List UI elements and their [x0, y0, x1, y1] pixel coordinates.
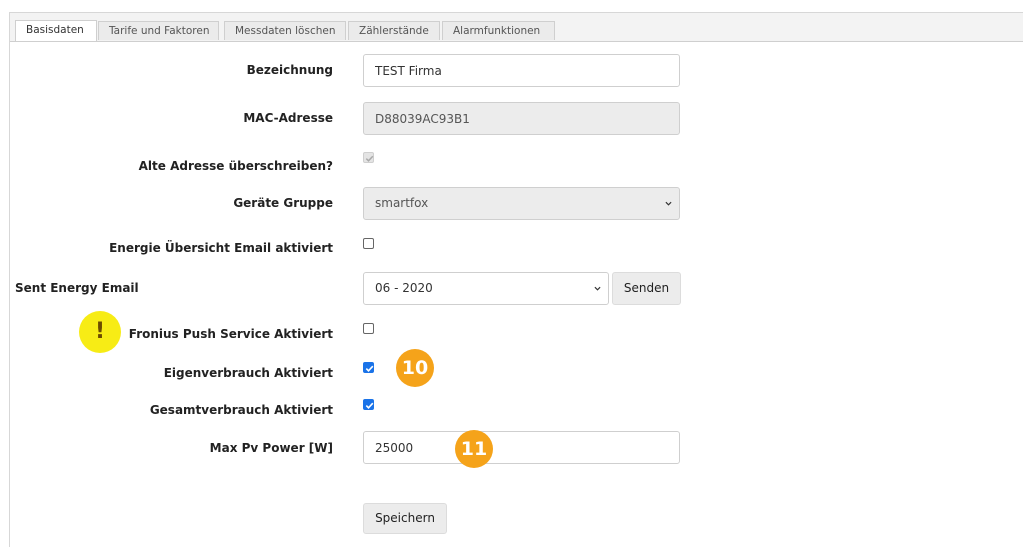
gesamtverbrauch-checkbox[interactable]: [363, 399, 374, 410]
warning-marker: !: [79, 311, 121, 353]
tab-alarmfunktionen[interactable]: Alarmfunktionen: [442, 21, 555, 40]
overwrite-address-label: Alte Adresse überschreiben?: [138, 159, 333, 173]
callout-badge-11: 11: [455, 430, 493, 468]
bezeichnung-label: Bezeichnung: [246, 63, 333, 77]
save-button[interactable]: Speichern: [363, 503, 447, 534]
overwrite-address-checkbox: [363, 152, 374, 163]
max-pv-power-input[interactable]: [363, 431, 680, 464]
device-group-value: smartfox: [375, 196, 429, 210]
fronius-push-label: Fronius Push Service Aktiviert: [128, 327, 333, 341]
gesamtverbrauch-label: Gesamtverbrauch Aktiviert: [149, 403, 333, 417]
callout-badge-10: 10: [396, 349, 434, 387]
device-group-label: Geräte Gruppe: [233, 196, 333, 210]
send-button[interactable]: Senden: [612, 272, 681, 305]
sent-energy-email-value: 06 - 2020: [375, 281, 433, 295]
energy-email-checkbox[interactable]: [363, 238, 374, 249]
sent-energy-email-label: Sent Energy Email: [15, 281, 139, 295]
sent-energy-email-select[interactable]: 06 - 2020: [363, 272, 609, 305]
device-group-select[interactable]: smartfox: [363, 187, 680, 220]
eigenverbrauch-checkbox[interactable]: [363, 362, 374, 373]
bezeichnung-input[interactable]: [363, 54, 680, 87]
tab-messdaten-loeschen[interactable]: Messdaten löschen: [224, 21, 346, 40]
tab-tarife-und-faktoren[interactable]: Tarife und Faktoren: [98, 21, 219, 40]
eigenverbrauch-label: Eigenverbrauch Aktiviert: [163, 366, 333, 380]
chevron-down-icon: [665, 201, 672, 206]
chevron-down-icon: [594, 286, 601, 291]
fronius-push-checkbox[interactable]: [363, 323, 374, 334]
tab-zaehlerstaende[interactable]: Zählerstände: [348, 21, 440, 40]
tab-bar: Basisdaten Tarife und Faktoren Messdaten…: [10, 13, 1023, 42]
mac-address-input: [363, 102, 680, 135]
tab-basisdaten[interactable]: Basisdaten: [15, 20, 97, 41]
energy-email-label: Energie Übersicht Email aktiviert: [109, 241, 333, 255]
mac-address-label: MAC-Adresse: [243, 111, 333, 125]
max-pv-power-label: Max Pv Power [W]: [209, 441, 333, 455]
panel-border-left: [9, 12, 10, 547]
